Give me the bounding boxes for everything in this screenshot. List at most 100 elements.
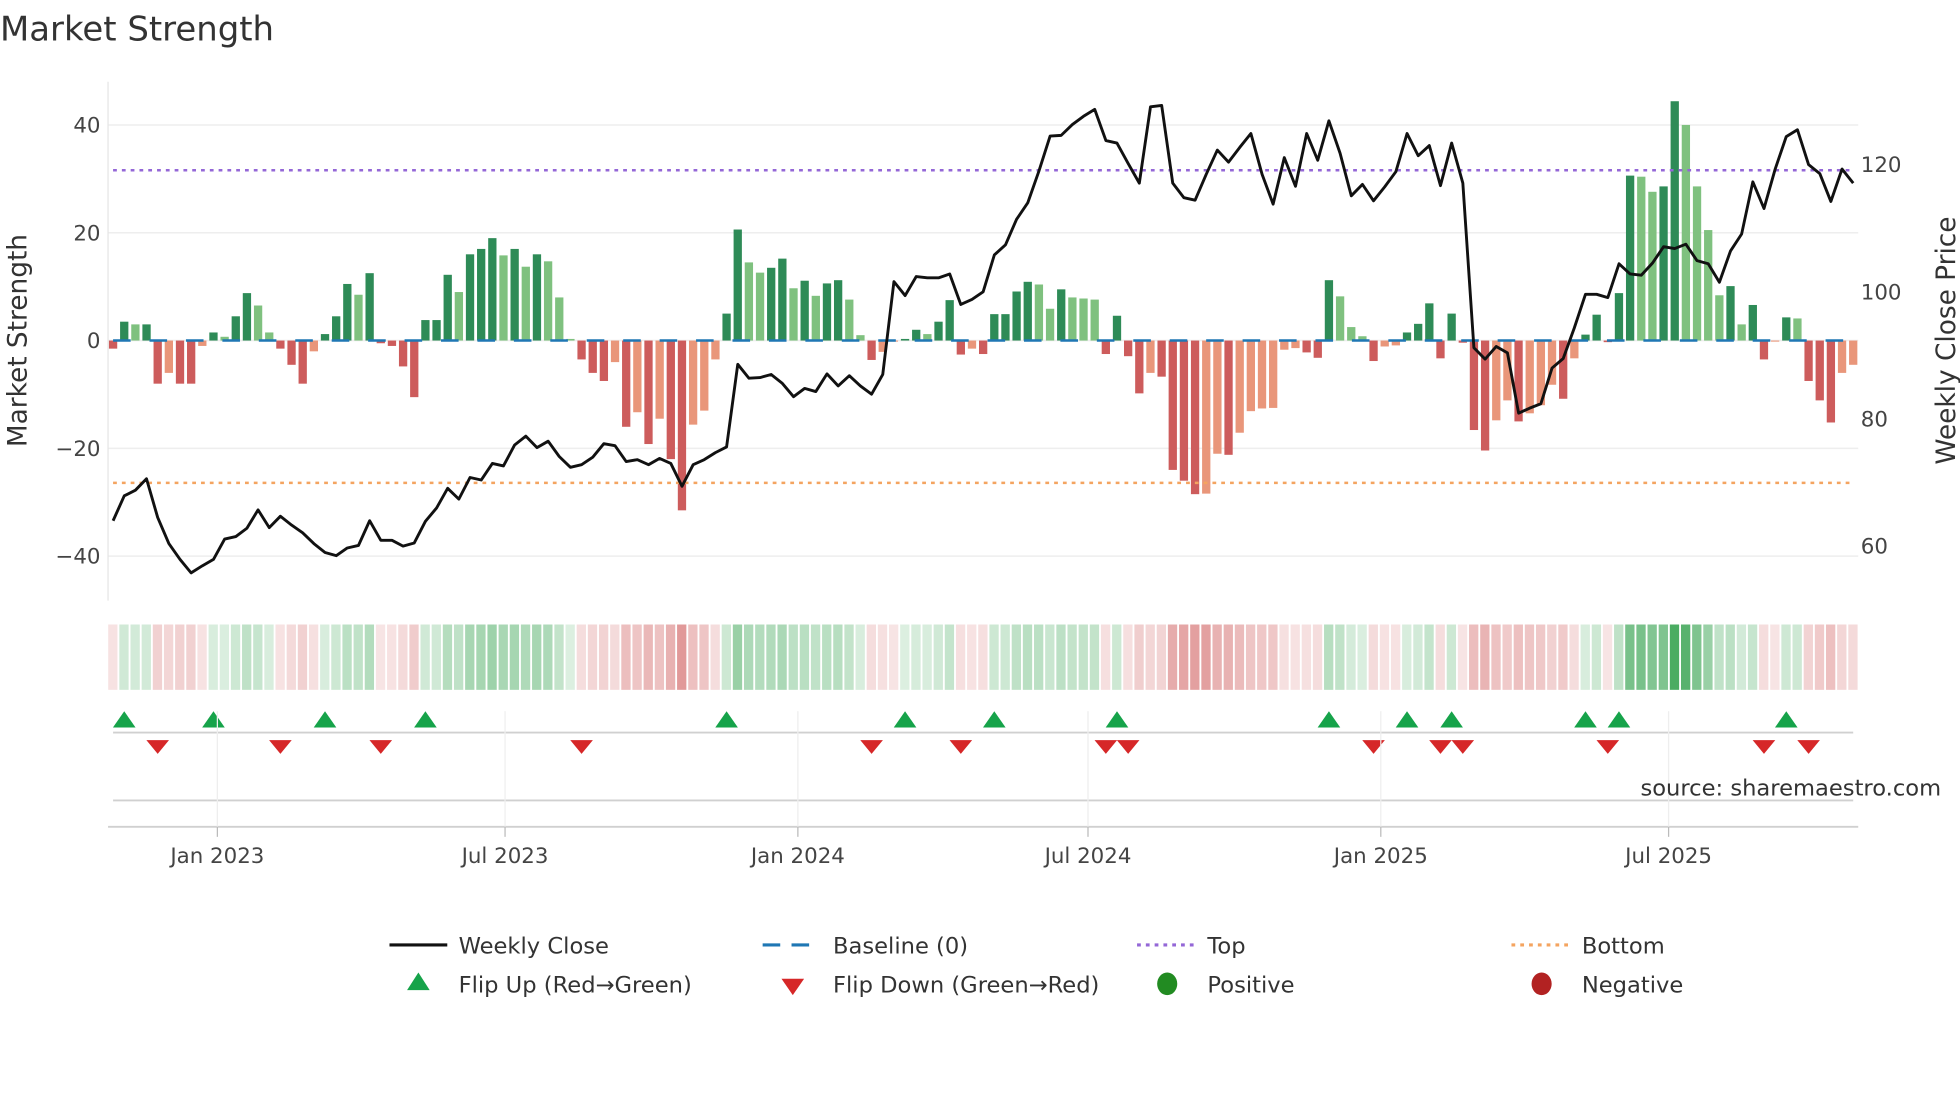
strength-bar (454, 292, 464, 341)
strength-bar (867, 340, 876, 360)
strength-bar (298, 340, 307, 384)
strength-bar (956, 340, 965, 355)
heat-cell (487, 624, 497, 690)
heat-cell (1212, 624, 1222, 690)
heat-cell (141, 624, 151, 690)
flip-up-marker (414, 711, 437, 728)
x-tick-label: Jul 2023 (460, 844, 549, 869)
flip-down-marker (269, 740, 292, 754)
strength-bar (1592, 314, 1601, 341)
heat-cell (1680, 624, 1691, 690)
heat-cell (1268, 624, 1278, 690)
strength-bar (1614, 293, 1624, 341)
y-tick-label: 0 (87, 329, 101, 354)
strength-bar (521, 266, 530, 341)
strength-bar (744, 262, 754, 341)
heat-cell (1736, 624, 1747, 690)
heat-cell (822, 624, 832, 690)
strength-bar (622, 340, 631, 427)
strength-bar (990, 314, 999, 341)
heat-cell (1658, 624, 1668, 690)
heat-cell (1156, 624, 1167, 690)
heat-cell (1357, 624, 1367, 690)
strength-bar (175, 340, 185, 384)
strength-bar (1347, 327, 1356, 341)
heat-cell (1134, 624, 1144, 690)
y2-tick-label: 100 (1861, 280, 1902, 305)
strength-bar (688, 340, 698, 425)
heat-cell (186, 624, 196, 690)
heat-cell (1669, 624, 1680, 690)
flip-up-marker (313, 711, 337, 728)
strength-bar (398, 340, 408, 367)
heat-cell (632, 624, 642, 690)
strength-bar (1101, 340, 1110, 355)
strength-bar (1257, 340, 1267, 409)
strength-heat-strip (108, 624, 1858, 690)
heat-cell (297, 624, 308, 690)
flip-down-marker (146, 740, 170, 754)
heat-cell (1234, 624, 1245, 690)
heat-cell (1100, 624, 1111, 690)
strength-bar (1748, 304, 1757, 341)
strength-bar (711, 340, 720, 360)
heat-cell (1469, 624, 1479, 690)
heat-cell (955, 624, 966, 690)
heat-cell (743, 624, 754, 690)
heat-cell (643, 624, 653, 690)
strength-bar (1492, 340, 1501, 421)
heat-cell (1558, 624, 1568, 690)
heat-cell (1056, 624, 1066, 690)
heat-cell (1747, 624, 1758, 690)
strength-bar (800, 280, 809, 341)
heat-cell (253, 624, 263, 690)
y-tick-label: 40 (73, 113, 100, 138)
legend-item-flip-up: Flip Up (Red→Green) (407, 972, 692, 999)
heat-cell (364, 624, 375, 690)
strength-bar (276, 340, 285, 349)
heat-cell (855, 624, 865, 690)
strength-bar (443, 274, 452, 341)
strength-bar (1034, 284, 1044, 341)
heat-cell (933, 624, 943, 690)
strength-bar (1804, 340, 1813, 381)
strength-bar (655, 340, 664, 419)
heat-cell (833, 624, 843, 690)
strength-bar (1525, 340, 1534, 414)
strength-bar (421, 320, 430, 341)
legend-label: Negative (1582, 973, 1683, 999)
heat-cell (1290, 624, 1300, 690)
strength-bar (1414, 323, 1423, 341)
flip-down-marker (1451, 740, 1475, 754)
triangle-down-icon (781, 978, 805, 996)
left-y-axis: 40 20 0 −20 −40 (55, 113, 100, 569)
heat-cell (398, 624, 408, 690)
strength-bar (1625, 175, 1635, 341)
heat-cell (922, 624, 932, 690)
strength-bar (967, 340, 977, 349)
legend-item-baseline: Baseline (0) (762, 934, 968, 960)
strength-bar (1670, 101, 1679, 341)
heat-cell (1647, 624, 1657, 690)
strength-bar (610, 340, 620, 363)
strength-bar (722, 313, 731, 341)
heat-cell (788, 624, 798, 690)
strength-bar (1447, 313, 1456, 341)
strength-bar (543, 261, 553, 341)
strength-bar (1112, 315, 1122, 341)
strength-bar (1770, 340, 1780, 342)
strength-bar (755, 272, 765, 341)
strength-bar (410, 340, 419, 398)
strength-bar (1726, 286, 1735, 341)
heat-cell (1759, 624, 1769, 690)
strength-bar (588, 340, 597, 373)
strength-bar (700, 340, 709, 411)
heat-cell (1424, 624, 1434, 690)
strength-bar (1324, 280, 1334, 341)
strength-bar (510, 248, 519, 341)
strength-bar (1681, 124, 1691, 341)
heat-cell (1714, 624, 1724, 690)
heat-cell (688, 624, 698, 690)
legend-label: Flip Up (Red→Green) (459, 973, 692, 999)
heat-cell (1201, 624, 1211, 690)
